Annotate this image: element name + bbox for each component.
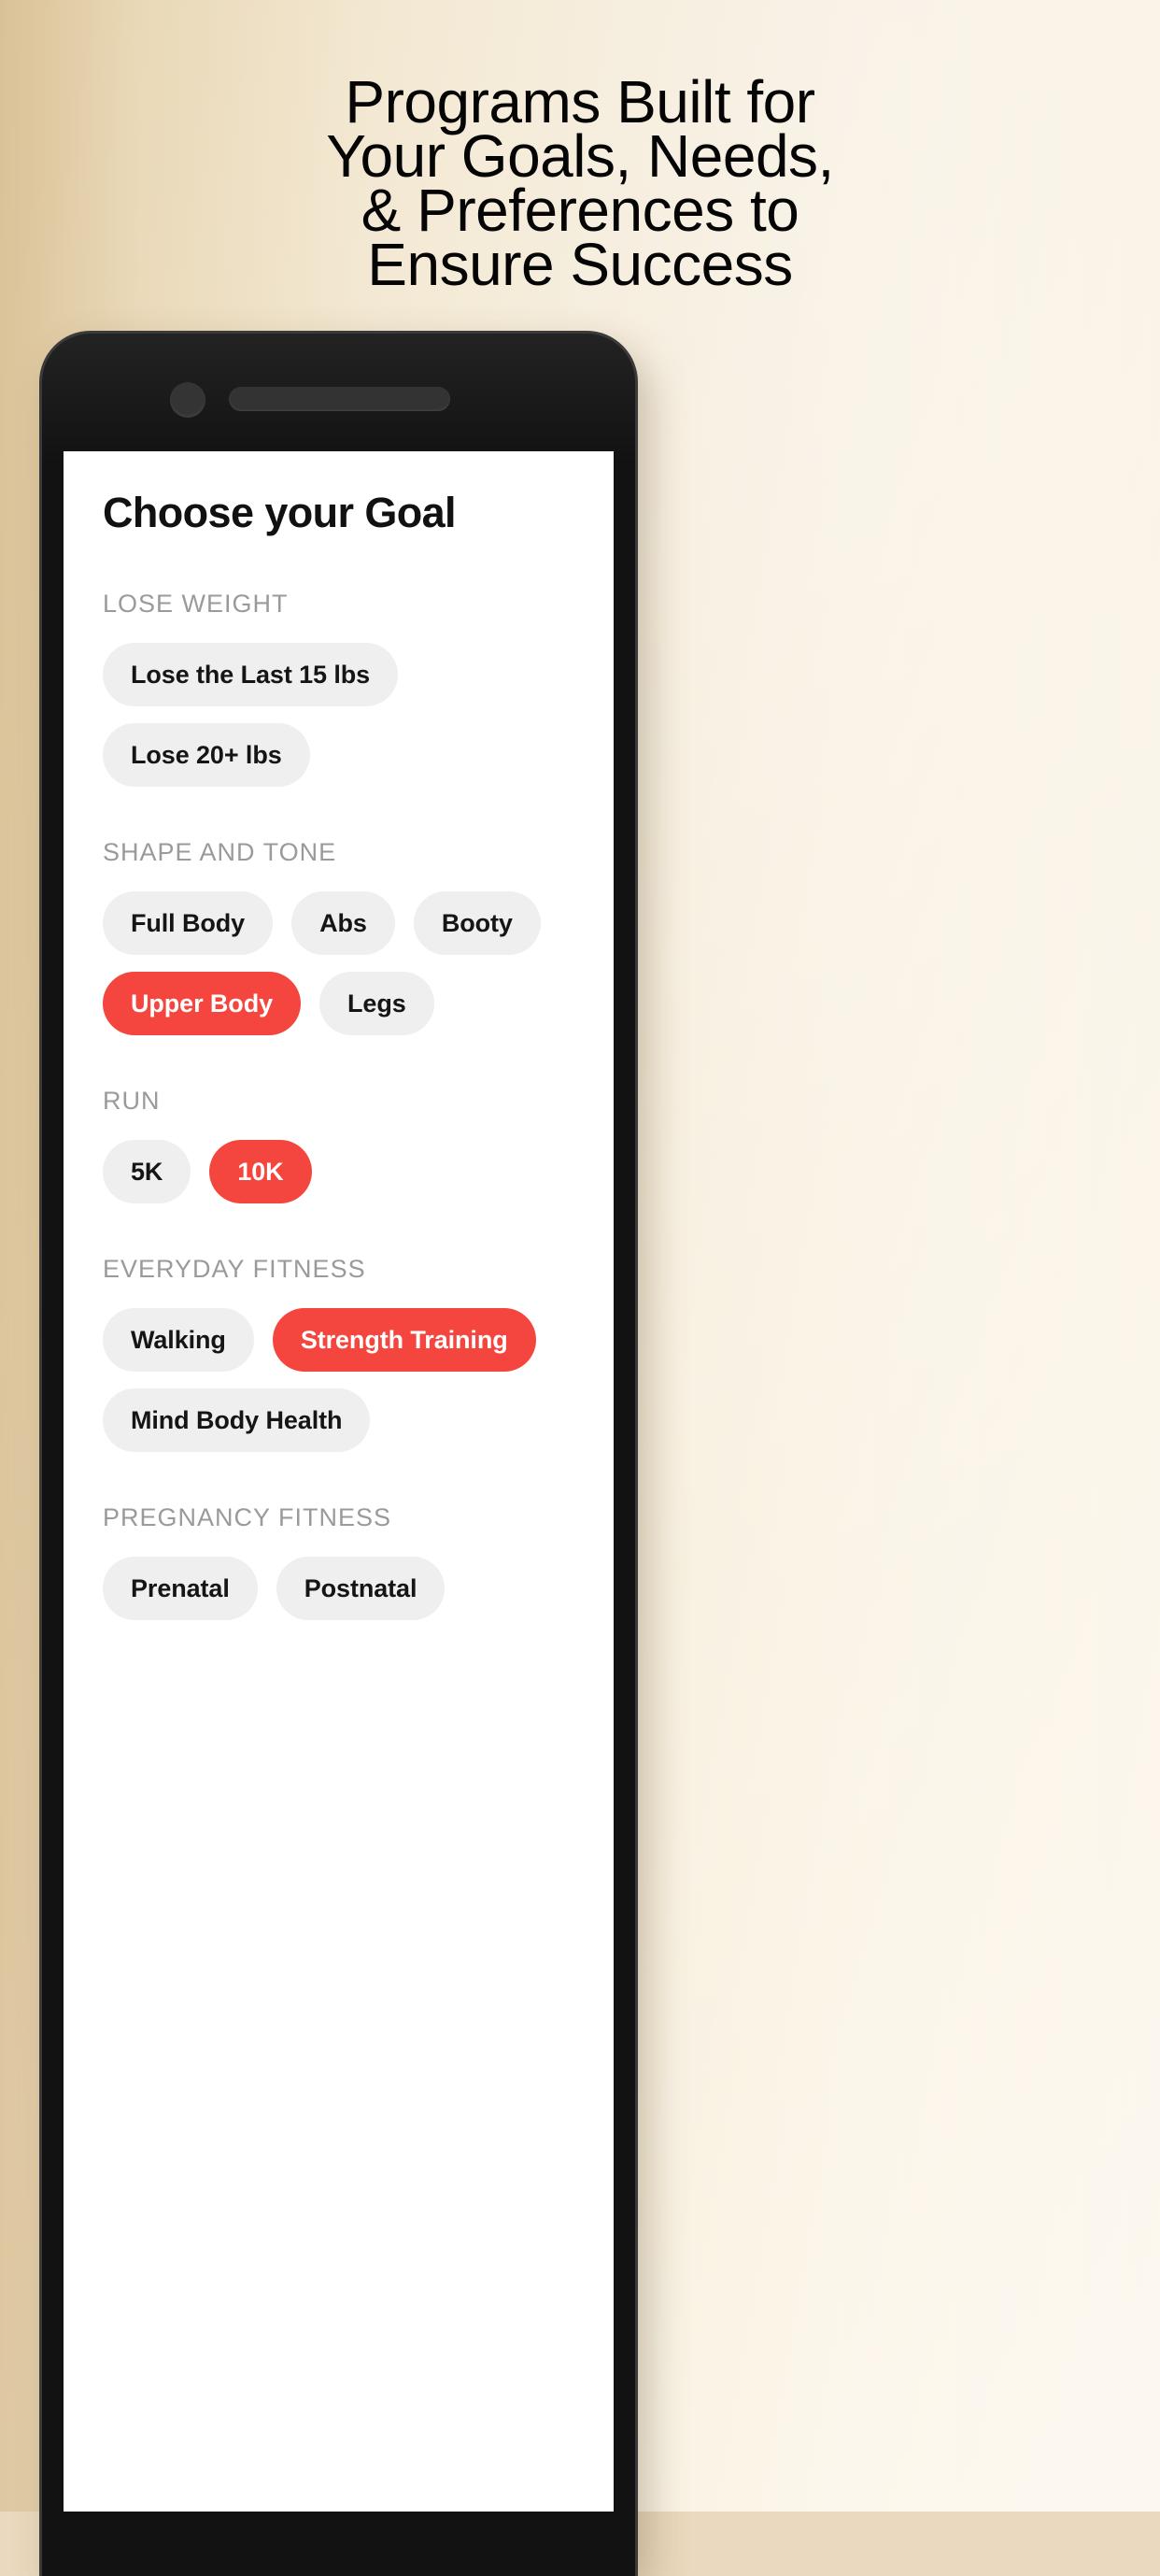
goal-chip[interactable]: Postnatal — [276, 1557, 446, 1620]
headline-line-3: & Preferences to — [361, 177, 799, 244]
section-label: EVERYDAY FITNESS — [103, 1255, 366, 1283]
goal-chip-selected[interactable]: Strength Training — [272, 1308, 536, 1372]
headline-line-1: Programs Built for — [345, 68, 815, 135]
headline-line-2: Your Goals, Needs, — [326, 122, 834, 190]
goal-chip[interactable]: Mind Body Health — [103, 1388, 371, 1452]
goal-section: RUN 5K 10K — [64, 1087, 614, 1203]
goal-chip[interactable]: Prenatal — [103, 1557, 258, 1620]
front-camera-icon — [170, 382, 205, 418]
section-label: LOSE WEIGHT — [103, 590, 289, 618]
goal-chip-selected[interactable]: 10K — [209, 1140, 312, 1203]
section-label: PREGNANCY FITNESS — [103, 1503, 392, 1531]
chip-row: Walking Strength Training Mind Body Health — [103, 1308, 574, 1452]
goal-section: PREGNANCY FITNESS Prenatal Postnatal — [64, 1503, 614, 1620]
goal-chip[interactable]: Abs — [291, 891, 395, 955]
goal-chip[interactable]: Booty — [413, 891, 541, 955]
chip-row: 5K 10K — [103, 1140, 574, 1203]
section-label: RUN — [103, 1087, 161, 1115]
goal-chip-selected[interactable]: Upper Body — [103, 972, 302, 1035]
goal-section: SHAPE AND TONE Full Body Abs Booty Upper Bod… — [64, 838, 614, 1035]
goal-chip[interactable]: Full Body — [103, 891, 274, 955]
goal-chip[interactable]: Legs — [319, 972, 434, 1035]
goal-section: EVERYDAY FITNESS Walking Strength Training… — [64, 1255, 614, 1452]
page-title: Choose your Goal — [103, 489, 457, 536]
goal-chip[interactable]: Lose the Last 15 lbs — [103, 643, 399, 706]
goal-chip[interactable]: 5K — [103, 1140, 191, 1203]
chip-row: Lose the Last 15 lbs Lose 20+ lbs — [103, 643, 574, 787]
goal-chip[interactable]: Lose 20+ lbs — [103, 723, 310, 787]
goal-section: LOSE WEIGHT Lose the Last 15 lbs Lose 20+ … — [64, 590, 614, 787]
promo-headline: Programs Built for Your Goals, Needs, & … — [0, 68, 1160, 298]
chip-row: Prenatal Postnatal — [103, 1557, 574, 1620]
goal-sections: LOSE WEIGHT Lose the Last 15 lbs Lose 20+ … — [64, 590, 614, 1620]
headline-line-4: Ensure Success — [367, 231, 793, 298]
section-label: SHAPE AND TONE — [103, 838, 337, 866]
app-screen: Choose your Goal LOSE WEIGHT Lose the Las… — [64, 451, 614, 2512]
goal-chip[interactable]: Walking — [103, 1308, 254, 1372]
earpiece-speaker-icon — [229, 387, 450, 411]
goal-picker-screen: Choose your Goal LOSE WEIGHT Lose the Las… — [64, 451, 614, 1620]
chip-row: Full Body Abs Booty Upper Body Legs — [103, 891, 574, 1035]
